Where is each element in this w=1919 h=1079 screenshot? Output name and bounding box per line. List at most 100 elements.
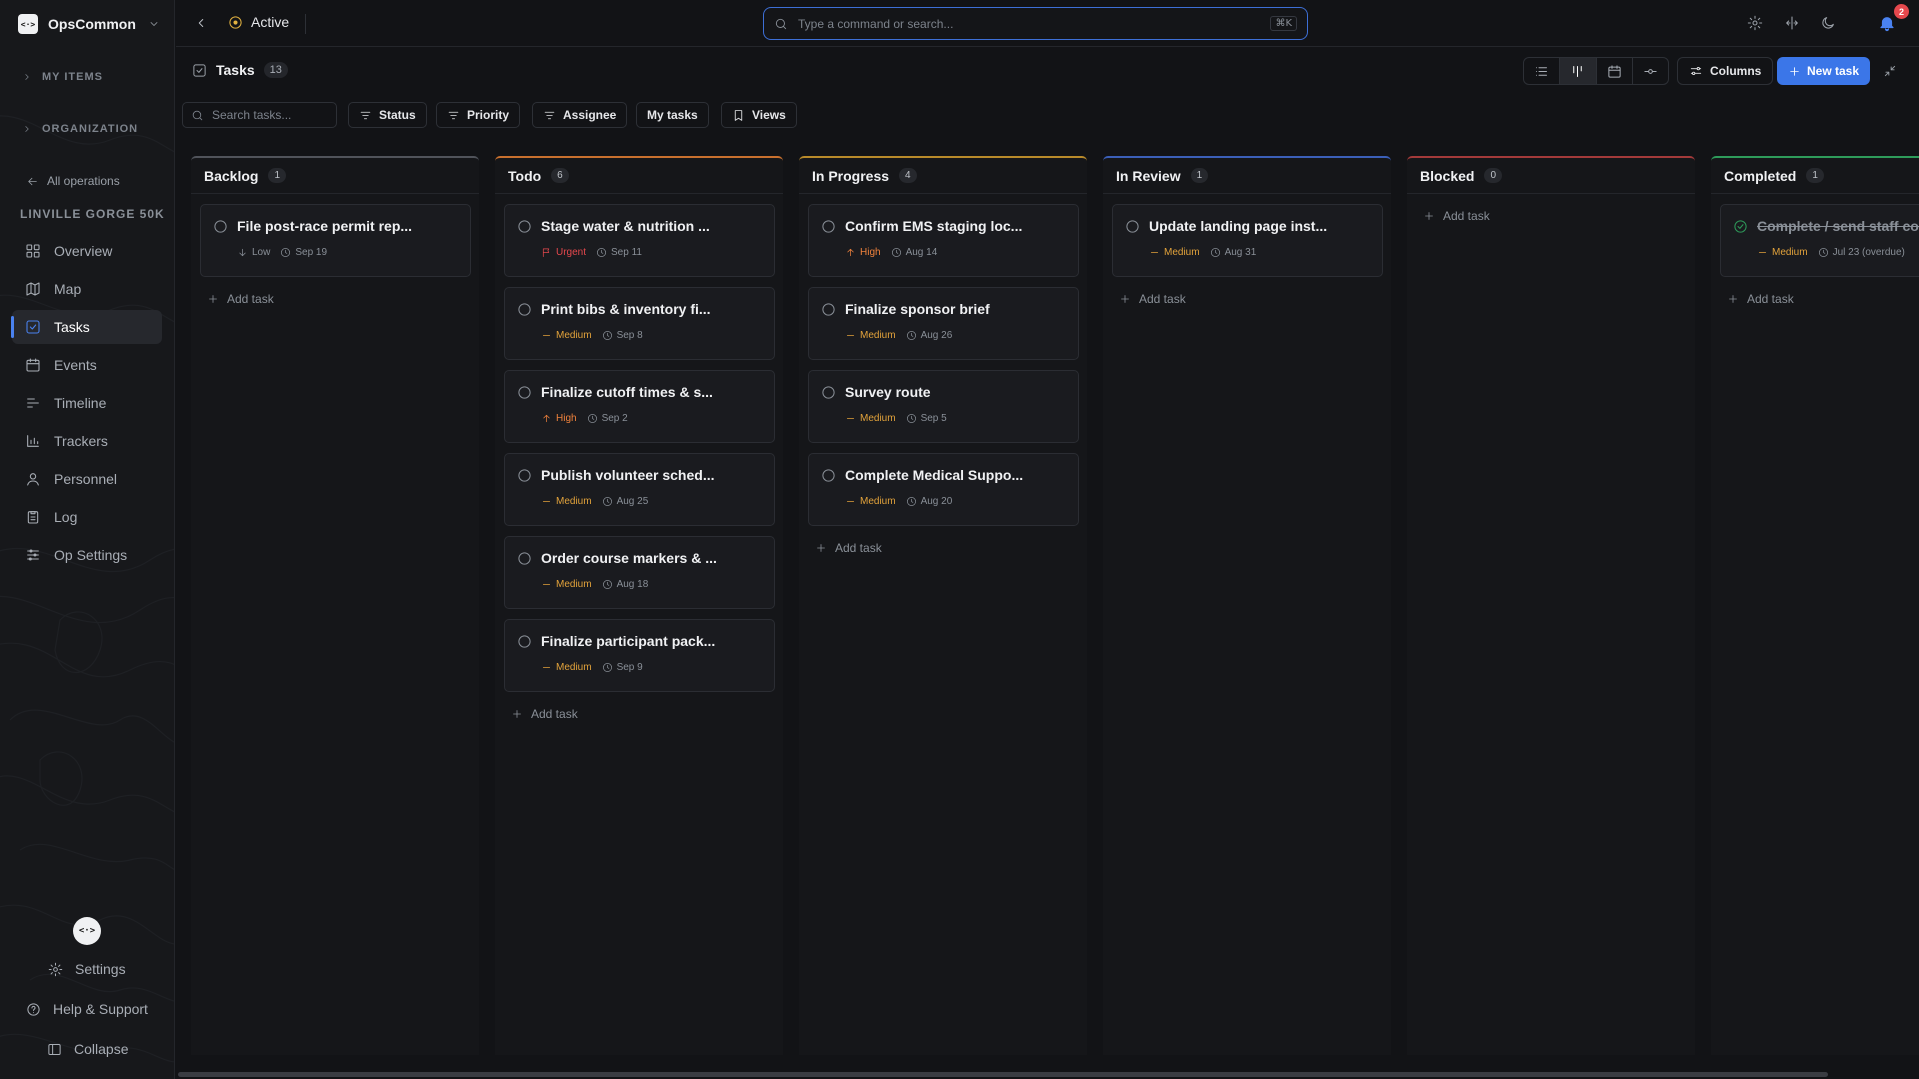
circle-icon[interactable] <box>517 634 532 649</box>
circle-icon[interactable] <box>517 551 532 566</box>
org-switcher[interactable]: <·> OpsCommon <box>18 14 160 34</box>
new-task-button[interactable]: New task <box>1777 57 1871 85</box>
task-count-badge: 13 <box>263 62 288 78</box>
card-list: File post-race permit rep... Low Sep 19 … <box>191 194 479 311</box>
settings-icon-button[interactable] <box>1747 15 1763 31</box>
circle-icon[interactable] <box>821 385 836 400</box>
sidebar-collapse-icon <box>48 1043 61 1055</box>
column-title: Completed <box>1724 167 1797 184</box>
task-card[interactable]: Complete Medical Suppo... Medium Aug 20 <box>808 453 1079 526</box>
priority-label: Medium <box>556 579 592 590</box>
sidebar-group-my-items[interactable]: MY ITEMS <box>22 71 103 83</box>
sidebar-item-overview[interactable]: Overview <box>12 234 162 268</box>
collapse-sidebar-button[interactable]: Collapse <box>47 1041 128 1057</box>
card-list: Stage water & nutrition ... Urgent Sep 1… <box>495 194 783 726</box>
circle-icon[interactable] <box>517 219 532 234</box>
task-card[interactable]: Finalize cutoff times & s... High Sep 2 <box>504 370 775 443</box>
clock-icon <box>1210 248 1220 257</box>
filter-bar: Search tasks... Status Priority Assignee… <box>176 102 1919 128</box>
task-card[interactable]: Confirm EMS staging loc... High Aug 14 <box>808 204 1079 277</box>
brand-logo: <·> <box>18 14 38 34</box>
sidebar-item-timeline[interactable]: Timeline <box>12 386 162 420</box>
theme-toggle-button[interactable] <box>1820 15 1836 31</box>
circle-icon[interactable] <box>821 219 836 234</box>
timeline-view-button[interactable] <box>1633 58 1668 84</box>
list-view-button[interactable] <box>1524 58 1561 84</box>
plus-icon <box>817 544 825 552</box>
due-date: Sep 9 <box>602 662 643 673</box>
views-button[interactable]: Views <box>721 102 797 128</box>
task-card[interactable]: File post-race permit rep... Low Sep 19 <box>200 204 471 277</box>
task-card[interactable]: Order course markers & ... Medium Aug 18 <box>504 536 775 609</box>
user-icon <box>27 473 39 486</box>
search-tasks-input[interactable]: Search tasks... <box>182 102 337 128</box>
clipboard-icon <box>27 511 39 524</box>
task-meta: Medium Sep 8 <box>541 330 762 341</box>
chevron-left-icon <box>198 19 204 27</box>
add-task-button[interactable]: Add task <box>1112 287 1383 311</box>
sidebar-item-tasks[interactable]: Tasks <box>11 310 162 344</box>
circle-icon[interactable] <box>517 302 532 317</box>
add-task-button[interactable]: Add task <box>200 287 471 311</box>
task-card[interactable]: Print bibs & inventory fi... Medium Sep … <box>504 287 775 360</box>
priority-filter-button[interactable]: Priority <box>436 102 521 128</box>
task-card[interactable]: Stage water & nutrition ... Urgent Sep 1… <box>504 204 775 277</box>
add-task-button[interactable]: Add task <box>808 536 1079 560</box>
task-title: File post-race permit rep... <box>237 218 413 234</box>
columns-button[interactable]: Columns <box>1677 57 1774 85</box>
dash-icon <box>1758 252 1767 253</box>
circle-icon[interactable] <box>517 468 532 483</box>
task-card[interactable]: Finalize participant pack... Medium Sep … <box>504 619 775 692</box>
all-operations-link[interactable]: All operations <box>26 174 120 188</box>
add-task-button[interactable]: Add task <box>504 702 775 726</box>
card-header: Update landing page inst... <box>1125 218 1370 234</box>
board-view-button[interactable] <box>1560 58 1597 84</box>
sidebar-item-events[interactable]: Events <box>12 348 162 382</box>
priority-label: Low <box>252 247 271 258</box>
help-support-button[interactable]: Help & Support <box>26 1001 148 1017</box>
minimize-button[interactable] <box>1883 64 1897 78</box>
plus-icon <box>1790 66 1799 76</box>
card-list: Add task <box>1407 194 1695 228</box>
calendar-view-button[interactable] <box>1597 58 1633 84</box>
command-search-input[interactable]: Type a command or search... ⌘K <box>763 7 1308 40</box>
circle-icon[interactable] <box>1125 219 1140 234</box>
task-card[interactable]: Survey route Medium Sep 5 <box>808 370 1079 443</box>
due-date-label: Aug 25 <box>616 496 649 507</box>
circle-icon[interactable] <box>517 385 532 400</box>
status-filter-button[interactable]: Status <box>348 102 427 128</box>
check-circle-icon[interactable] <box>1733 219 1748 234</box>
task-meta: High Aug 14 <box>845 247 1066 258</box>
sidebar-item-op-settings[interactable]: Op Settings <box>12 538 162 572</box>
task-meta: Medium Aug 18 <box>541 579 762 590</box>
card-header: Finalize participant pack... <box>517 633 762 649</box>
task-meta: Urgent Sep 11 <box>541 247 762 258</box>
sidebar-item-personnel[interactable]: Personnel <box>12 462 162 496</box>
settings-button[interactable]: Settings <box>48 961 126 977</box>
brand-badge: <·> <box>73 917 101 945</box>
split-view-button[interactable] <box>1784 15 1800 31</box>
flag-icon <box>542 248 550 257</box>
task-card[interactable]: Finalize sponsor brief Medium Aug 26 <box>808 287 1079 360</box>
notifications-button[interactable] <box>1878 14 1896 32</box>
circle-icon[interactable] <box>821 468 836 483</box>
my-tasks-button[interactable]: My tasks <box>636 102 709 128</box>
card-header: File post-race permit rep... <box>213 218 458 234</box>
circle-icon[interactable] <box>821 302 836 317</box>
task-card[interactable]: Update landing page inst... Medium Aug 3… <box>1112 204 1383 277</box>
task-card[interactable]: Complete / send staff co... Medium Jul 2… <box>1720 204 1919 277</box>
horizontal-scrollbar[interactable] <box>178 1072 1828 1077</box>
circle-icon[interactable] <box>213 219 228 234</box>
sidebar-item-log[interactable]: Log <box>12 500 162 534</box>
add-task-button[interactable]: Add task <box>1416 204 1687 228</box>
column-header: Backlog 1 <box>191 158 479 194</box>
sidebar-item-trackers[interactable]: Trackers <box>12 424 162 458</box>
sidebar-group-organization[interactable]: ORGANIZATION <box>22 123 138 135</box>
filter-icon <box>448 111 459 119</box>
back-button[interactable] <box>194 16 208 30</box>
task-card[interactable]: Publish volunteer sched... Medium Aug 25 <box>504 453 775 526</box>
sidebar-item-map[interactable]: Map <box>12 272 162 306</box>
add-task-button[interactable]: Add task <box>1720 287 1919 311</box>
operation-status[interactable]: Active <box>228 14 289 30</box>
assignee-filter-button[interactable]: Assignee <box>532 102 628 128</box>
